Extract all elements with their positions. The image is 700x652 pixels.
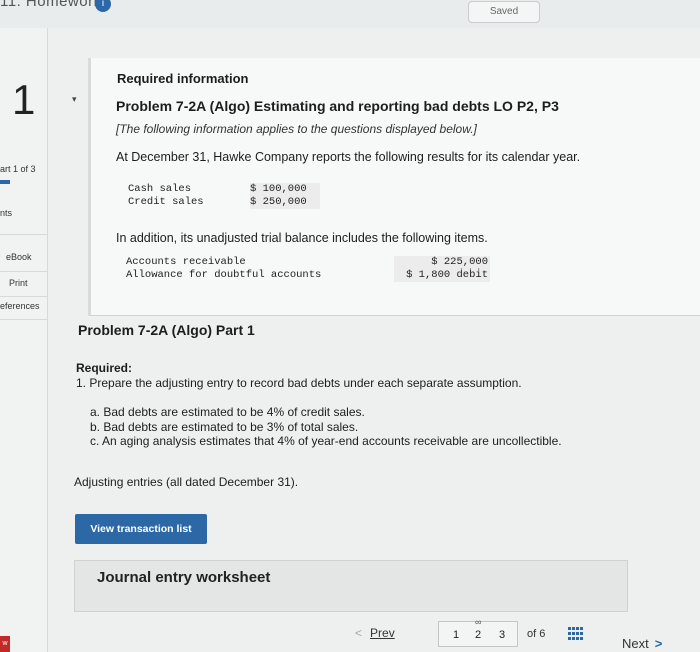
next-label: Next bbox=[622, 636, 649, 651]
row-value: $ 250,000 bbox=[250, 196, 320, 209]
row-value: $ 1,800 debit bbox=[394, 269, 490, 282]
applies-note: [The following information applies to th… bbox=[116, 122, 477, 136]
points-label: nts bbox=[0, 208, 13, 218]
references-link[interactable]: eferences bbox=[0, 301, 40, 311]
problem-title: Problem 7-2A (Algo) Estimating and repor… bbox=[116, 98, 559, 114]
divider bbox=[0, 271, 48, 272]
panel-accent bbox=[88, 58, 91, 316]
link-icon: ∞ bbox=[475, 617, 482, 627]
row-value: $ 225,000 debit bbox=[394, 256, 490, 280]
assumption-b: b. Bad debts are estimated to be 3% of t… bbox=[90, 420, 359, 434]
adjusting-note: Adjusting entries (all dated December 31… bbox=[74, 475, 299, 489]
row-value: $ 100,000 bbox=[250, 183, 320, 196]
red-tab[interactable]: w bbox=[0, 636, 10, 652]
page-2[interactable]: 2 bbox=[475, 629, 481, 641]
ebook-link[interactable]: eBook bbox=[6, 252, 32, 262]
assumption-c: c. An aging analysis estimates that 4% o… bbox=[90, 434, 562, 448]
prev-button[interactable]: < Prev bbox=[355, 621, 413, 645]
table-row: Accounts receivable $ 225,000 debit bbox=[126, 256, 490, 280]
page-total: of 6 bbox=[527, 628, 546, 640]
info-badge-icon[interactable]: i bbox=[95, 0, 111, 12]
page-selector[interactable]: 1 ∞ 2 3 bbox=[438, 617, 518, 647]
table-row: Allowance for doubtful accounts $ 1,800 … bbox=[126, 269, 490, 282]
intro-text: At December 31, Hawke Company reports th… bbox=[116, 150, 581, 164]
view-transaction-list-button[interactable]: View transaction list bbox=[75, 514, 207, 544]
table-row: Credit sales $ 250,000 bbox=[128, 196, 320, 209]
row-label: Cash sales bbox=[128, 183, 192, 195]
required-information-heading: Required information bbox=[117, 71, 249, 86]
page-1[interactable]: 1 bbox=[453, 629, 459, 641]
next-button[interactable]: Next > bbox=[622, 636, 662, 651]
table-row: Cash sales $ 100,000 bbox=[128, 183, 320, 196]
assumption-a: a. Bad debts are estimated to be 4% of c… bbox=[90, 405, 365, 419]
instruction-text: 1. Prepare the adjusting entry to record… bbox=[76, 376, 522, 390]
row-label: Accounts receivable bbox=[126, 256, 246, 268]
chevron-right-icon: > bbox=[654, 636, 663, 651]
row-label: Allowance for doubtful accounts bbox=[126, 269, 322, 281]
divider bbox=[0, 296, 48, 297]
worksheet-title: Journal entry worksheet bbox=[97, 569, 271, 586]
part-title: Problem 7-2A (Algo) Part 1 bbox=[78, 322, 255, 338]
assignment-title: 11. Homework bbox=[0, 0, 102, 10]
question-number: 1 bbox=[12, 76, 36, 123]
chevron-down-icon[interactable]: ▾ bbox=[72, 94, 77, 105]
divider bbox=[0, 234, 48, 235]
grid-view-icon[interactable] bbox=[568, 627, 586, 641]
page-3[interactable]: 3 bbox=[499, 629, 505, 641]
saved-status: Saved bbox=[468, 1, 540, 23]
journal-entry-worksheet[interactable]: Journal entry worksheet bbox=[74, 560, 628, 612]
required-label: Required: bbox=[76, 361, 133, 375]
trial-balance-table: Accounts receivable $ 225,000 debit Allo… bbox=[126, 256, 490, 282]
top-bar: 11. Homework i Saved bbox=[0, 0, 700, 28]
sidebar: 1 art 1 of 3 nts eBook Print eferences w bbox=[0, 28, 48, 652]
trial-balance-intro: In addition, its unadjusted trial balanc… bbox=[116, 231, 488, 245]
divider bbox=[0, 319, 48, 320]
print-link[interactable]: Print bbox=[9, 278, 28, 288]
chevron-left-icon: < bbox=[355, 626, 363, 640]
part-progress-bar bbox=[0, 180, 10, 184]
results-table: Cash sales $ 100,000 Credit sales $ 250,… bbox=[128, 183, 320, 209]
prev-label: Prev bbox=[370, 626, 395, 640]
part-indicator: art 1 of 3 bbox=[0, 164, 36, 174]
row-label: Credit sales bbox=[128, 196, 204, 208]
